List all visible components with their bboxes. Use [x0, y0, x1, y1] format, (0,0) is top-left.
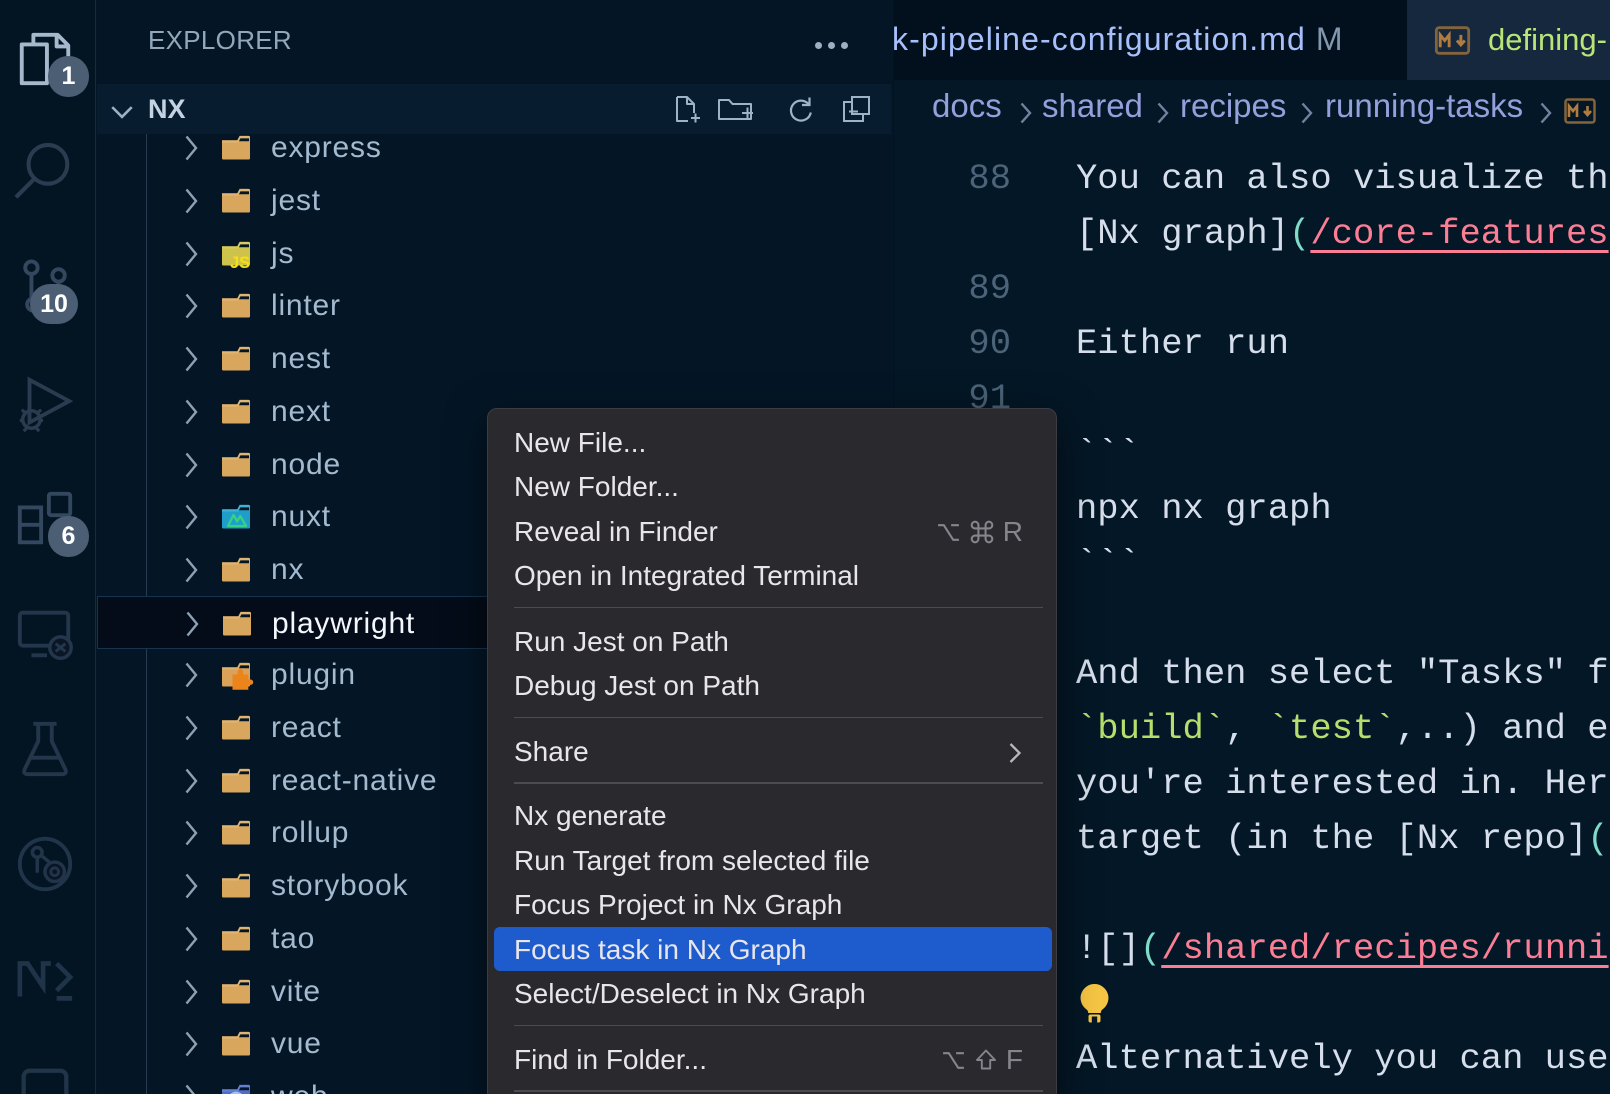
svg-text:JS: JS	[230, 254, 250, 272]
